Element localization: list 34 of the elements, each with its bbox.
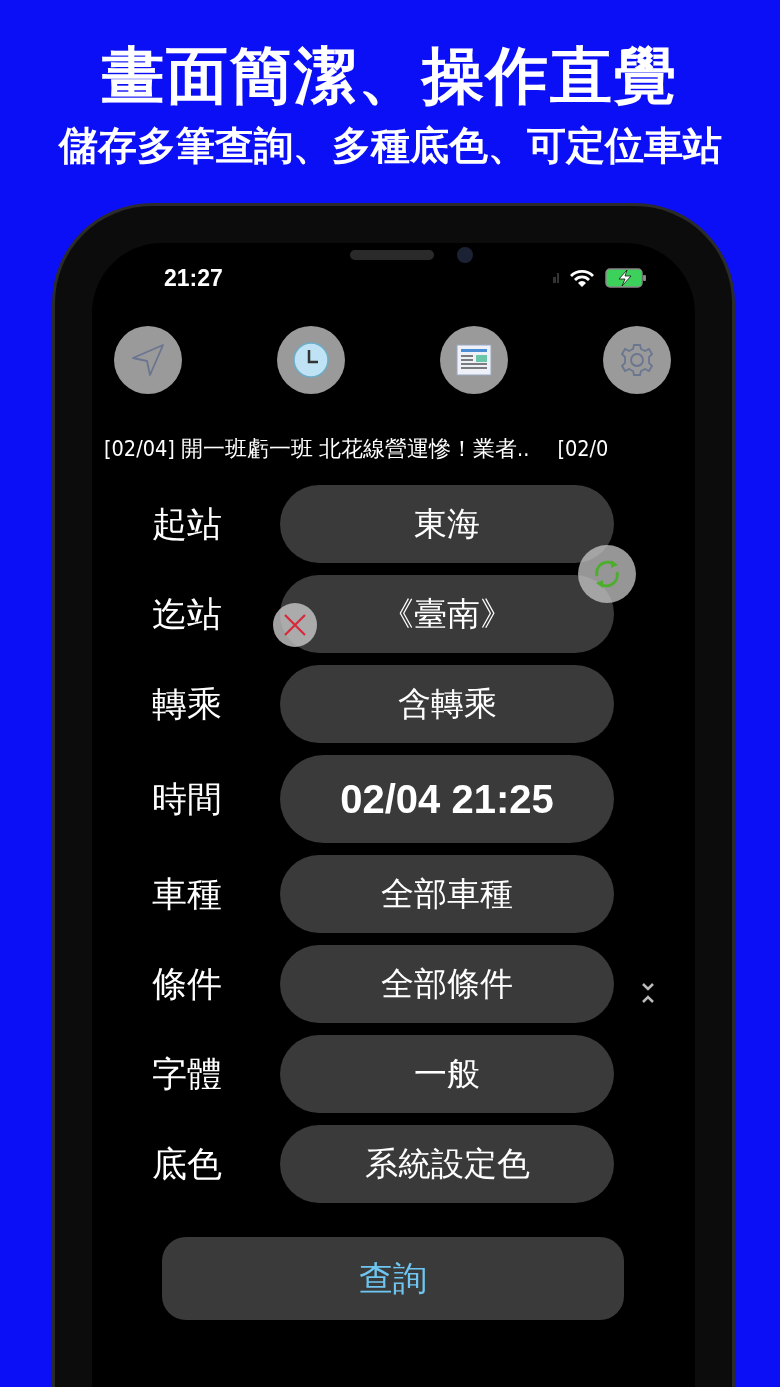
field-label: 迄站 bbox=[151, 592, 223, 636]
close-icon bbox=[282, 612, 308, 638]
field-selector[interactable]: 02/04 21:25 bbox=[280, 755, 614, 843]
field-label: 起站 bbox=[151, 502, 223, 546]
clear-button[interactable] bbox=[273, 603, 317, 647]
status-time: 21:27 bbox=[164, 264, 223, 292]
signal-icon bbox=[553, 273, 559, 283]
location-arrow-icon bbox=[130, 342, 166, 378]
field-label: 字體 bbox=[151, 1052, 223, 1096]
newspaper-icon bbox=[456, 344, 492, 376]
field-label: 車種 bbox=[151, 872, 223, 916]
news-headline[interactable]: [02/04] 開一班虧一班 北花線營運慘！業者.. bbox=[104, 434, 530, 474]
camera-dot bbox=[457, 247, 473, 263]
news-headline[interactable]: [02/0 bbox=[557, 434, 609, 474]
field-selector[interactable]: 一般 bbox=[280, 1035, 614, 1113]
battery-icon bbox=[605, 268, 647, 288]
field-selector[interactable]: 全部車種 bbox=[280, 855, 614, 933]
collapse-icon[interactable] bbox=[640, 981, 656, 1005]
field-selector[interactable]: 全部條件 bbox=[280, 945, 614, 1023]
wifi-icon bbox=[569, 268, 595, 288]
field-selector[interactable]: 含轉乘 bbox=[280, 665, 614, 743]
field-label: 時間 bbox=[151, 777, 223, 821]
clock-icon bbox=[291, 340, 331, 380]
field-label: 轉乘 bbox=[151, 682, 223, 726]
subheadline: 儲存多筆查詢、多種底色、可定位車站 bbox=[58, 122, 722, 170]
headline: 畫面簡潔、操作直覺 bbox=[102, 38, 678, 114]
field-selector[interactable]: 《臺南》 bbox=[280, 575, 614, 653]
swap-stations-button[interactable] bbox=[578, 545, 636, 603]
field-selector[interactable]: 東海 bbox=[280, 485, 614, 563]
field-label: 條件 bbox=[151, 962, 223, 1006]
field-label: 底色 bbox=[151, 1142, 223, 1186]
field-selector[interactable]: 系統設定色 bbox=[280, 1125, 614, 1203]
settings-icon bbox=[619, 342, 655, 378]
search-button[interactable]: 查詢 bbox=[162, 1237, 624, 1320]
